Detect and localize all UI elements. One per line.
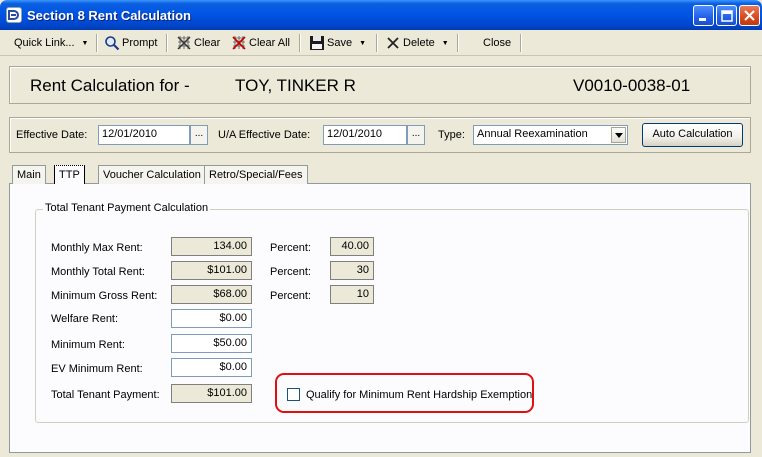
minimum-rent-label: Minimum Rent:	[51, 339, 125, 351]
prompt-button[interactable]: Prompt	[104, 34, 157, 52]
save-label: Save	[327, 37, 353, 49]
title-bar[interactable]: Section 8 Rent Calculation	[0, 0, 762, 30]
ua-effective-date-label: U/A Effective Date:	[218, 129, 311, 141]
percent-gross-rent-value: 10	[330, 285, 374, 304]
magnifier-icon	[104, 35, 120, 51]
minimum-gross-rent-value: $68.00	[171, 285, 252, 304]
type-label: Type:	[438, 129, 465, 141]
toolbar-separator	[299, 34, 301, 52]
toolbar-separator	[376, 34, 378, 52]
effective-date-input[interactable]: 12/01/2010	[98, 125, 190, 145]
tenant-header: Rent Calculation for - TOY, TINKER R V00…	[9, 66, 751, 104]
percent-label: Percent:	[270, 290, 311, 302]
monthly-total-rent-value: $101.00	[171, 261, 252, 280]
save-button[interactable]: Save ▼	[309, 34, 366, 52]
type-select[interactable]: Annual Reexamination	[473, 125, 628, 145]
toolbar: Quick Link... ▼ Prompt Clear Clear All S…	[0, 30, 762, 56]
monthly-max-rent-value: 134.00	[171, 237, 252, 256]
clear-all-icon	[231, 35, 247, 51]
tab-ttp[interactable]: TTP	[54, 165, 85, 184]
ttp-group-title: Total Tenant Payment Calculation	[43, 202, 211, 214]
toolbar-separator	[457, 34, 459, 52]
effective-date-picker-button[interactable]: ...	[190, 125, 208, 145]
delete-button[interactable]: Delete ▼	[385, 34, 449, 52]
auto-calculation-button[interactable]: Auto Calculation	[642, 123, 743, 147]
ua-effective-date-picker-button[interactable]: ...	[407, 125, 425, 145]
percent-total-rent-value: 30	[330, 261, 374, 280]
close-button[interactable]: Close	[483, 34, 511, 52]
toolbar-separator	[520, 34, 522, 52]
percent-label: Percent:	[270, 242, 311, 254]
quick-link-label: Quick Link...	[14, 37, 75, 49]
hardship-exemption-label[interactable]: Qualify for Minimum Rent Hardship Exempt…	[306, 389, 532, 401]
clear-all-button[interactable]: Clear All	[231, 34, 290, 52]
type-select-value: Annual Reexamination	[477, 128, 588, 140]
tab-voucher-calculation[interactable]: Voucher Calculation	[98, 165, 206, 184]
close-label: Close	[483, 37, 512, 49]
rent-calculation-window: Section 8 Rent Calculation Quick Link...…	[0, 0, 762, 457]
total-tenant-payment-label: Total Tenant Payment:	[51, 389, 160, 401]
tenant-name: TOY, TINKER R	[235, 76, 356, 95]
tab-retro-special-fees[interactable]: Retro/Special/Fees	[204, 165, 308, 184]
app-icon	[6, 7, 22, 23]
welfare-rent-input[interactable]: $0.00	[171, 309, 252, 328]
percent-label: Percent:	[270, 266, 311, 278]
prompt-label: Prompt	[122, 37, 158, 49]
toolbar-separator	[96, 34, 98, 52]
tab-main[interactable]: Main	[12, 165, 46, 184]
tenant-id: V0010-0038-01	[573, 76, 691, 95]
effective-date-label: Effective Date:	[16, 129, 88, 141]
chevron-down-icon: ▼	[359, 39, 367, 47]
quick-link-button[interactable]: Quick Link... ▼	[14, 34, 88, 52]
hardship-exemption-checkbox[interactable]	[287, 388, 300, 401]
chevron-down-icon[interactable]	[611, 127, 626, 143]
percent-max-rent-value: 40.00	[330, 237, 374, 256]
clear-grid-icon	[176, 35, 192, 51]
clear-button[interactable]: Clear	[176, 34, 220, 52]
close-window-button[interactable]	[739, 5, 760, 26]
chevron-down-icon: ▼	[81, 39, 89, 47]
clear-label: Clear	[194, 37, 221, 49]
monthly-total-rent-label: Monthly Total Rent:	[51, 266, 145, 278]
toolbar-separator	[166, 34, 168, 52]
delete-label: Delete	[403, 37, 435, 49]
minimum-gross-rent-label: Minimum Gross Rent:	[51, 290, 158, 302]
ua-effective-date-input[interactable]: 12/01/2010	[323, 125, 407, 145]
ev-minimum-rent-input[interactable]: $0.00	[171, 358, 252, 377]
chevron-down-icon: ▼	[441, 39, 449, 47]
welfare-rent-label: Welfare Rent:	[51, 313, 119, 325]
monthly-max-rent-label: Monthly Max Rent:	[51, 242, 143, 254]
delete-x-icon	[385, 35, 401, 51]
floppy-disk-icon	[309, 35, 325, 51]
ev-minimum-rent-label: EV Minimum Rent:	[51, 363, 143, 375]
rent-calc-for-label: Rent Calculation for -	[30, 76, 190, 95]
clear-all-label: Clear All	[249, 37, 290, 49]
total-tenant-payment-value: $101.00	[171, 384, 252, 403]
minimize-button[interactable]	[693, 5, 714, 26]
minimum-rent-input[interactable]: $50.00	[171, 334, 252, 353]
window-title: Section 8 Rent Calculation	[27, 8, 191, 23]
maximize-button[interactable]	[716, 5, 737, 26]
